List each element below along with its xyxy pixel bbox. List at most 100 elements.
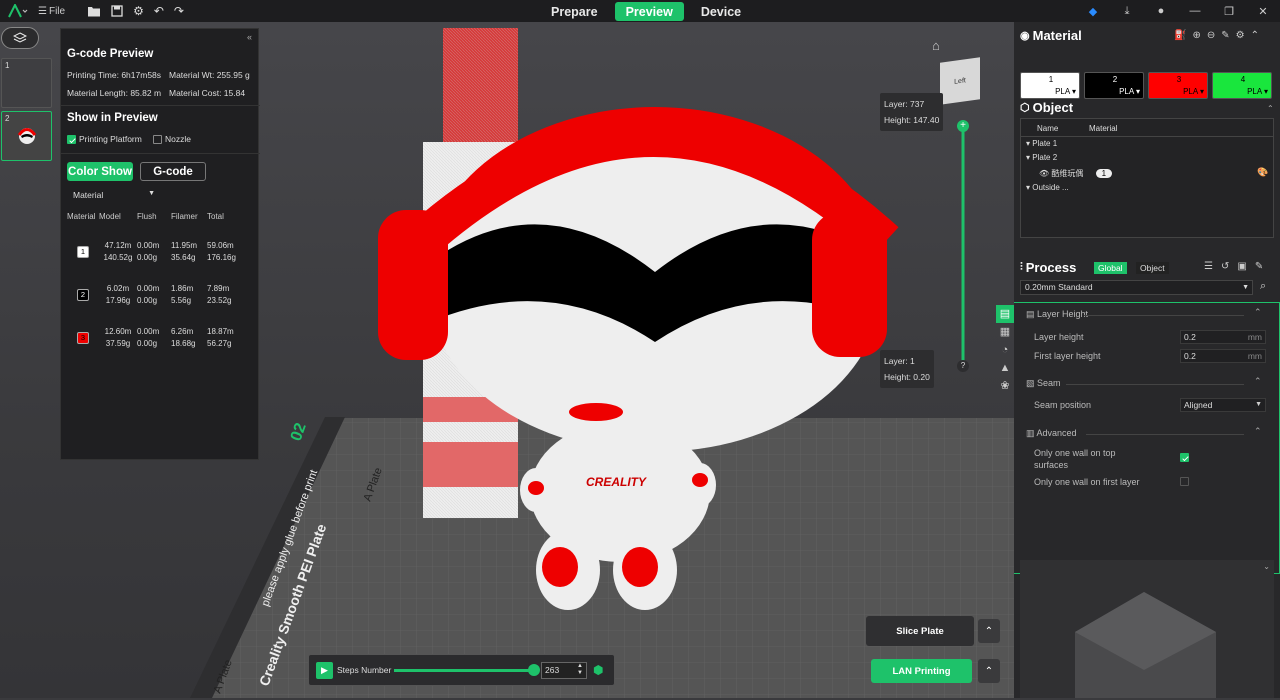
preset-dropdown[interactable]: 0.20mm Standard ▼ [1020,280,1253,295]
paint-icon[interactable]: 🎨 [1257,167,1268,178]
one-wall-first-checkbox[interactable] [1180,477,1189,486]
user-icon[interactable]: ● [1144,5,1178,17]
first-layer-height-input[interactable]: 0.2 mm [1180,349,1266,363]
object-collapse-icon[interactable]: ⌃ [1267,104,1274,113]
filament-slot-4[interactable]: 4 PLA ▾ [1212,72,1272,99]
remove-material-icon[interactable]: ⊖ [1207,30,1221,41]
steps-slider-handle[interactable] [528,664,540,676]
col-name: Name [1037,124,1059,133]
nozzle-sync-icon[interactable]: ⛽ [1174,30,1192,41]
print-options-button[interactable]: ⌃ [978,659,1000,683]
lan-printing-button[interactable]: LAN Printing [871,659,972,683]
gcode-view-button[interactable]: G-code [140,162,206,181]
color-scheme-dropdown[interactable]: Material ▼ [67,190,157,203]
section-collapse-icon[interactable]: ⌃ [1254,307,1262,318]
material-weight: Material Wt: 255.95 g [169,70,250,80]
dropdown-arrow-icon: ▾ [1197,87,1204,96]
height-bottom-value: Height: 0.20 [884,372,930,382]
view-cube[interactable]: Left [940,57,980,105]
search-icon[interactable]: ⌕ [1260,280,1266,293]
play-button[interactable]: ▶ [316,662,333,679]
cube-icon[interactable]: ⬢ [593,663,605,677]
spin-arrows-icon[interactable]: ▲ ▼ [577,663,583,677]
filament-type: PLA [1183,87,1198,96]
close-icon[interactable]: ✕ [1246,5,1280,18]
undo-icon[interactable]: ↶ [154,4,164,18]
seam-section[interactable]: ▧ Seam [1026,378,1061,389]
plate-thumbnail-1[interactable]: 1 [1,58,52,108]
printing-platform-checkbox[interactable]: Printing Platform [67,134,142,145]
layer-height-section[interactable]: ▤ Layer Height [1026,309,1088,320]
open-folder-icon[interactable] [87,5,101,17]
layers-stack-icon [13,32,27,43]
edit-material-icon[interactable]: ✎ [1221,30,1235,41]
seam-position-select[interactable]: Aligned ▼ [1180,398,1266,412]
hamburger-icon: ☰ [38,5,47,17]
outside-row[interactable]: ▾ Outside ... [1026,183,1069,192]
color-show-button[interactable]: Color Show [67,162,133,181]
save-preset-icon[interactable]: ▣ [1237,261,1254,272]
speed-icon[interactable]: ◔ [996,341,1014,359]
steps-value-field[interactable]: 263 ▲ ▼ [541,662,587,679]
home-view-icon[interactable]: ⌂ [932,38,940,53]
edit-preset-icon[interactable]: ✎ [1255,261,1271,272]
eye-icon[interactable]: 👁 [1039,169,1051,178]
slice-plate-button[interactable]: Slice Plate [866,616,974,646]
app-logo-icon[interactable] [8,4,28,18]
redo-icon[interactable]: ↷ [174,4,184,18]
preview-collapse-icon[interactable]: ⌄ [1263,562,1270,571]
filament-slot-2[interactable]: 2 PLA ▾ [1084,72,1144,99]
download-icon[interactable]: ⤓ [1110,5,1144,18]
advanced-section[interactable]: ▥ Advanced [1026,428,1077,439]
file-menu-label: File [48,5,66,17]
add-material-icon[interactable]: ⊕ [1192,30,1206,41]
steps-slider[interactable] [394,669,536,672]
global-tab[interactable]: Global [1094,262,1127,274]
layer-height-input[interactable]: 0.2 mm [1180,330,1266,344]
save-icon[interactable] [111,5,123,17]
section-collapse-icon[interactable]: ⌃ [1254,426,1262,437]
object-row[interactable]: 👁 酷维玩偶 1 [1039,168,1113,179]
model-weight: 17.96g [105,296,131,305]
section-collapse-icon[interactable]: ⌃ [1254,376,1262,387]
material-usage-table: Material Model Flush Filamer Total [67,212,257,221]
minimize-icon[interactable]: — [1178,5,1212,17]
object-tab[interactable]: Object [1136,262,1169,274]
support-icon[interactable]: ▲ [996,359,1014,377]
plate-overview-button[interactable] [1,27,39,49]
seam-icon: ▧ [1026,378,1038,388]
filament-slot-1[interactable]: 1 PLA ▾ [1020,72,1080,99]
preview-mode-icon[interactable]: ▤ [996,305,1014,323]
col-model: Model [99,212,121,221]
material-settings-icon[interactable]: ⚙ [1236,30,1251,41]
plate-1-row[interactable]: ▾ Plate 1 [1026,139,1057,148]
cube-outline-icon: ⬡ [1020,102,1030,114]
layers-icon[interactable]: ▦ [996,323,1014,341]
slice-options-button[interactable]: ⌃ [978,619,1000,643]
plate-2-row[interactable]: ▾ Plate 2 [1026,153,1057,162]
layer-top-value: Layer: 737 [884,99,925,109]
help-button[interactable]: ? [957,360,969,372]
model-library-icon[interactable]: ◆ [1076,5,1110,18]
collapse-panel-icon[interactable]: « [247,32,252,42]
object-material-badge[interactable]: 1 [1095,169,1113,178]
one-wall-top-checkbox[interactable] [1180,453,1189,462]
material-usage-row: 2 6.02m 17.96g 0.00m 0.00g 1.86m 5.56g 7.89m 23.… [67,283,257,307]
file-menu[interactable]: ☰ File [38,6,65,17]
nozzle-checkbox[interactable]: Nozzle [153,134,191,145]
material-collapse-icon[interactable]: ⌃ [1251,30,1265,41]
parts-icon[interactable]: ❀ [996,377,1014,395]
plate-thumbnail-2[interactable]: 2 [1,111,52,161]
reset-icon[interactable]: ↺ [1221,261,1237,272]
total-length: 7.89m [207,284,230,293]
filament-slot-3[interactable]: 3 PLA ▾ [1148,72,1208,99]
maximize-icon[interactable]: ❐ [1212,5,1246,18]
tab-device[interactable]: Device [690,2,752,21]
layer-top-tooltip: Layer: 737 Height: 147.40 [880,93,944,131]
steps-bar: ▶ Steps Number 263 ▲ ▼ ⬢ [308,654,615,686]
tab-preview[interactable]: Preview [614,2,684,21]
tab-prepare[interactable]: Prepare [540,2,609,21]
compare-icon[interactable]: ☰ [1204,261,1221,272]
layer-slider-top-handle[interactable]: + [957,120,969,132]
settings-gear-icon[interactable]: ⚙ [133,4,144,18]
